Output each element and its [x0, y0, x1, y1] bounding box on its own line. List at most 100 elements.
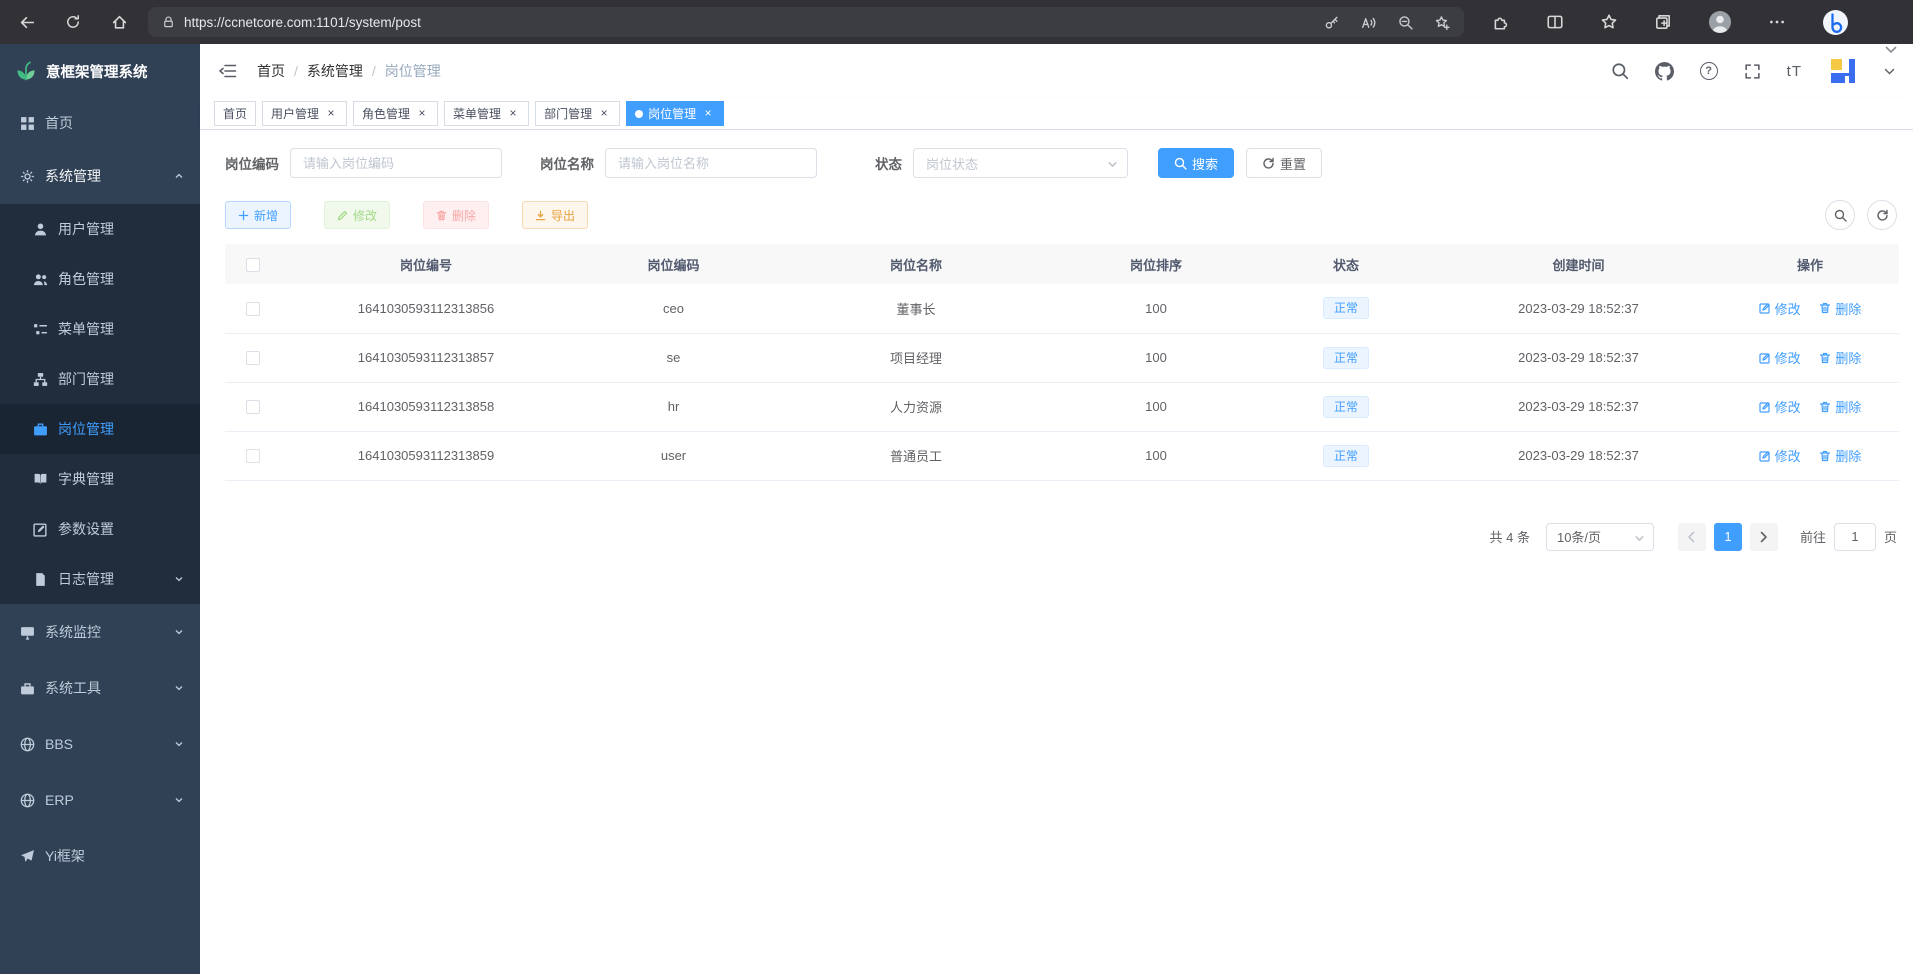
org-tree-icon: [33, 372, 48, 387]
post-code-input[interactable]: [290, 148, 502, 178]
total-count: 共 4 条: [1490, 527, 1530, 546]
browser-back-button[interactable]: [10, 5, 44, 39]
page-size-select[interactable]: 10条/页: [1546, 523, 1654, 551]
tab-post-mgmt[interactable]: 岗位管理 ×: [626, 101, 724, 126]
sidebar-item-param-settings[interactable]: 参数设置: [0, 504, 200, 554]
github-link[interactable]: [1655, 62, 1674, 81]
user-avatar[interactable]: [1828, 56, 1858, 86]
browser-refresh-button[interactable]: [56, 5, 90, 39]
row-checkbox[interactable]: [246, 302, 260, 316]
row-edit-button[interactable]: 修改: [1759, 299, 1801, 318]
book-icon: [33, 472, 48, 487]
collections-icon[interactable]: [1654, 13, 1672, 31]
header-search-button[interactable]: [1611, 62, 1629, 80]
profile-avatar[interactable]: [1708, 10, 1732, 34]
sidebar-item-log-mgmt[interactable]: 日志管理: [0, 554, 200, 604]
bing-copilot-icon[interactable]: [1822, 9, 1849, 36]
trash-icon: [1819, 401, 1831, 413]
tab-close-icon[interactable]: ×: [506, 107, 520, 121]
sidebar-expand-caret-icon[interactable]: [1885, 46, 1897, 54]
sidebar-item-post-mgmt[interactable]: 岗位管理: [0, 404, 200, 454]
chevron-down-icon: [174, 627, 184, 637]
sidebar-group-bbs[interactable]: BBS: [0, 716, 200, 772]
row-delete-button[interactable]: 删除: [1819, 446, 1861, 465]
col-post-id: 岗位编号: [281, 244, 571, 284]
add-button[interactable]: 新增: [225, 201, 291, 229]
password-key-icon[interactable]: [1324, 15, 1339, 30]
reset-button[interactable]: 重置: [1246, 148, 1322, 178]
breadcrumb-home[interactable]: 首页: [257, 61, 285, 81]
app-logo[interactable]: 意框架管理系统: [0, 44, 200, 98]
delete-button[interactable]: 删除: [423, 201, 489, 229]
tab-role-mgmt[interactable]: 角色管理 ×: [353, 101, 438, 126]
sidebar-group-monitor[interactable]: 系统监控: [0, 604, 200, 660]
browser-home-button[interactable]: [102, 5, 136, 39]
edit-button[interactable]: 修改: [324, 201, 390, 229]
favorites-icon[interactable]: [1600, 13, 1618, 31]
tab-user-mgmt[interactable]: 用户管理 ×: [262, 101, 347, 126]
help-button[interactable]: ?: [1700, 62, 1718, 80]
sidebar-group-tools[interactable]: 系统工具: [0, 660, 200, 716]
fullscreen-button[interactable]: [1744, 63, 1761, 80]
row-delete-button[interactable]: 删除: [1819, 348, 1861, 367]
sidebar-item-home[interactable]: 首页: [0, 98, 200, 148]
search-button[interactable]: 搜索: [1158, 148, 1234, 178]
refresh-table-button[interactable]: [1867, 200, 1897, 230]
avatar-dropdown-caret-icon[interactable]: [1884, 68, 1895, 75]
tab-dept-mgmt[interactable]: 部门管理 ×: [535, 101, 620, 126]
sidebar-group-label: 系统监控: [45, 622, 101, 642]
tab-close-icon[interactable]: ×: [415, 107, 429, 121]
post-name-input[interactable]: [605, 148, 817, 178]
row-checkbox[interactable]: [246, 400, 260, 414]
tab-close-icon[interactable]: ×: [701, 107, 715, 121]
sidebar-item-role-mgmt[interactable]: 角色管理: [0, 254, 200, 304]
search-icon: [1611, 62, 1629, 80]
sidebar-item-label: 岗位管理: [58, 419, 114, 439]
select-all-checkbox[interactable]: [246, 258, 260, 272]
toggle-search-button[interactable]: [1825, 200, 1855, 230]
prev-page-button[interactable]: [1678, 523, 1706, 551]
pagination: 共 4 条 10条/页 1 前往 页: [225, 523, 1899, 551]
sidebar-item-menu-mgmt[interactable]: 菜单管理: [0, 304, 200, 354]
table-row: 1641030593112313859 user 普通员工 100 正常 202…: [225, 431, 1899, 480]
next-page-button[interactable]: [1750, 523, 1778, 551]
sidebar-item-user-mgmt[interactable]: 用户管理: [0, 204, 200, 254]
edit-icon: [1759, 450, 1771, 462]
row-edit-button[interactable]: 修改: [1759, 446, 1801, 465]
row-delete-button[interactable]: 删除: [1819, 299, 1861, 318]
cell-post-sort: 100: [1056, 382, 1256, 431]
row-checkbox[interactable]: [246, 449, 260, 463]
status-select[interactable]: 岗位状态: [913, 148, 1128, 178]
sidebar-item-dict-mgmt[interactable]: 字典管理: [0, 454, 200, 504]
row-delete-button[interactable]: 删除: [1819, 397, 1861, 416]
page-number-button[interactable]: 1: [1714, 523, 1742, 551]
row-edit-button[interactable]: 修改: [1759, 348, 1801, 367]
tab-close-icon[interactable]: ×: [597, 107, 611, 121]
row-edit-button[interactable]: 修改: [1759, 397, 1801, 416]
breadcrumb-system[interactable]: 系统管理: [307, 61, 363, 81]
read-aloud-icon[interactable]: [1361, 15, 1376, 30]
cell-post-name: 项目经理: [776, 333, 1056, 382]
table-toolbar: 新增 修改 删除 导出: [225, 200, 1899, 230]
zoom-out-icon[interactable]: [1398, 15, 1413, 30]
tab-menu-mgmt[interactable]: 菜单管理 ×: [444, 101, 529, 126]
font-size-button[interactable]: tT: [1787, 63, 1802, 80]
row-checkbox[interactable]: [246, 351, 260, 365]
browser-menu-icon[interactable]: [1768, 13, 1786, 31]
extensions-icon[interactable]: [1492, 13, 1510, 31]
address-bar[interactable]: https://ccnetcore.com:1101/system/post: [148, 7, 1464, 37]
sidebar-group-system[interactable]: 系统管理: [0, 148, 200, 204]
split-screen-icon[interactable]: [1546, 13, 1564, 31]
edit-icon: [337, 210, 348, 221]
sidebar-item-yi-framework[interactable]: Yi框架: [0, 828, 200, 884]
sidebar-collapse-button[interactable]: [218, 63, 237, 79]
home-icon: [111, 14, 128, 31]
tab-home[interactable]: 首页: [214, 101, 256, 126]
main-content: 岗位编码 岗位名称 状态 岗位状态 搜索 重置 新增 修改: [200, 130, 1913, 974]
sidebar-group-erp[interactable]: ERP: [0, 772, 200, 828]
tab-close-icon[interactable]: ×: [324, 107, 338, 121]
export-button[interactable]: 导出: [522, 201, 588, 229]
sidebar-item-dept-mgmt[interactable]: 部门管理: [0, 354, 200, 404]
goto-page-input[interactable]: [1834, 523, 1876, 551]
add-favorite-icon[interactable]: [1435, 15, 1450, 30]
